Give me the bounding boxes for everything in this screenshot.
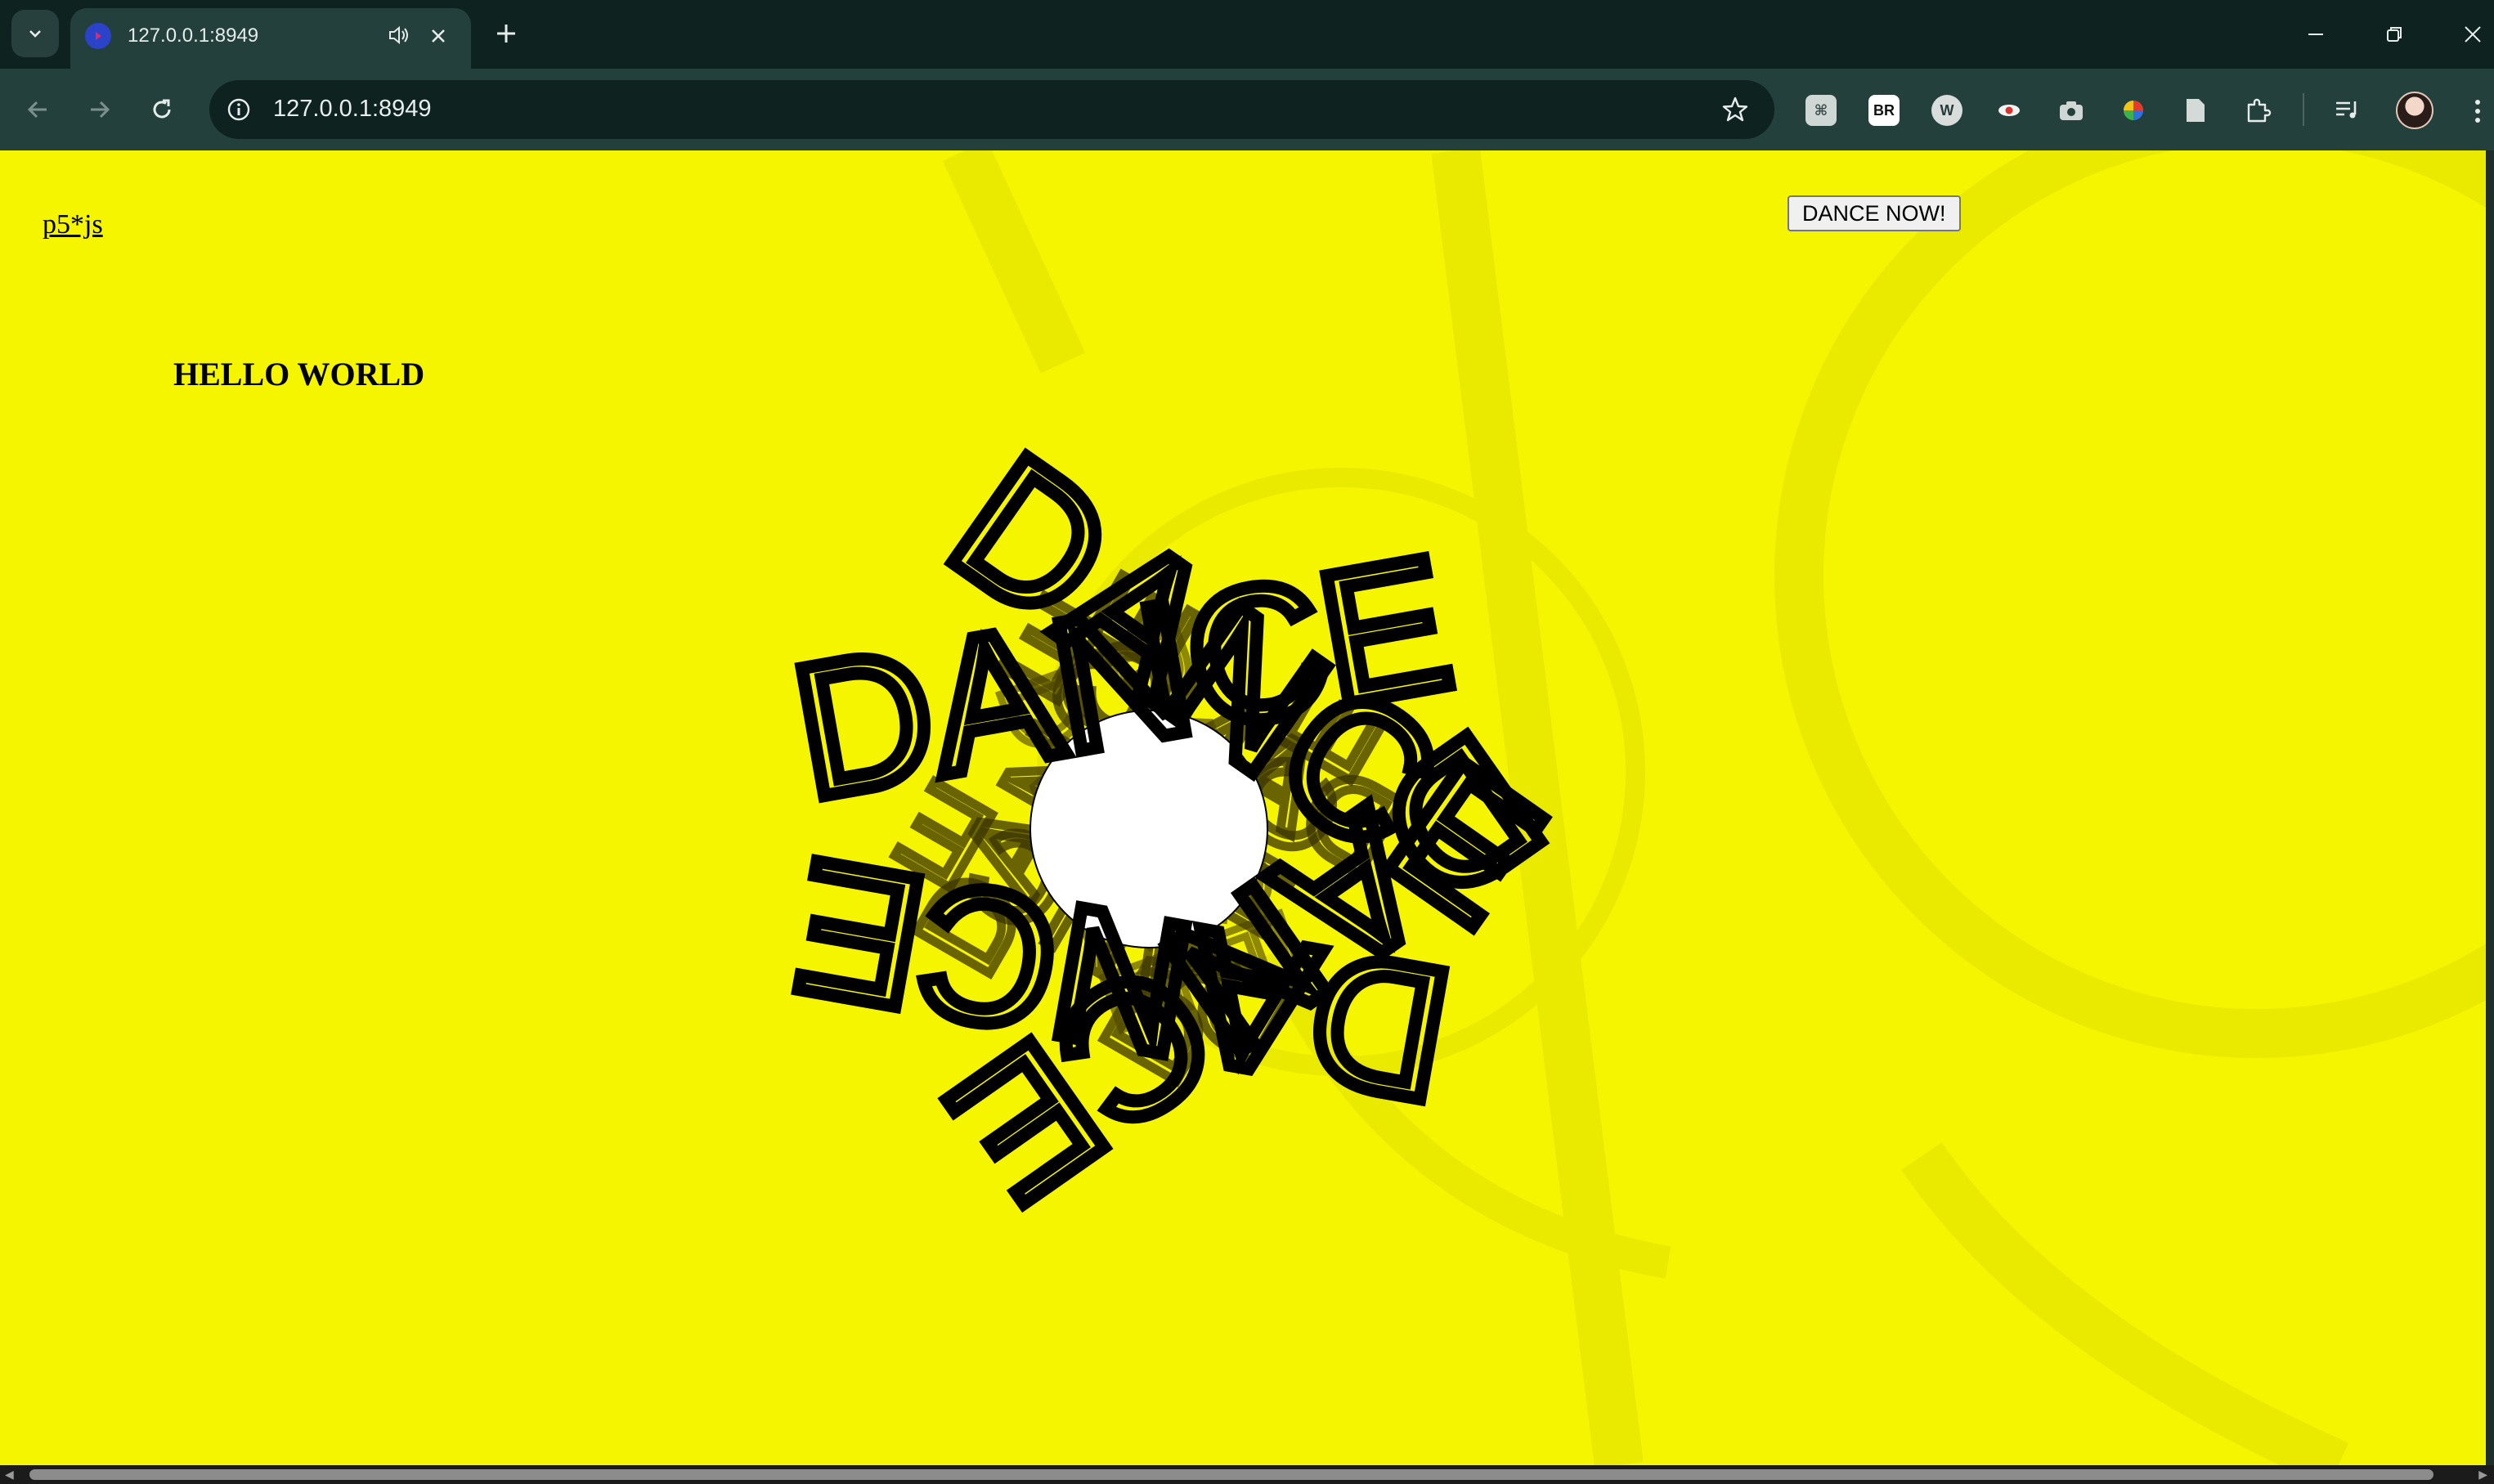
scrollbar-thumb[interactable]: [29, 1469, 2433, 1480]
tab-title: 127.0.0.1:8949: [128, 25, 259, 47]
p5-play-icon: [85, 23, 111, 49]
horizontal-scrollbar[interactable]: ◀ ▶: [0, 1465, 2494, 1484]
back-arrow-icon[interactable]: [18, 90, 57, 129]
kebab-menu-icon[interactable]: [2461, 93, 2494, 129]
br-icon[interactable]: BR: [1868, 95, 1900, 126]
w-icon[interactable]: W: [1931, 95, 1962, 126]
dance-now-button[interactable]: DANCE NOW!: [1788, 195, 1961, 231]
vertical-scrollbar[interactable]: [2486, 150, 2494, 1465]
p5js-link[interactable]: p5*js: [43, 209, 103, 240]
browser-toolbar: 127.0.0.1:8949 ⌘ BR W: [0, 69, 2494, 150]
scroll-right-icon[interactable]: ▶: [2478, 1468, 2487, 1482]
address-bar[interactable]: 127.0.0.1:8949: [209, 80, 1774, 139]
forward-arrow-icon[interactable]: [80, 90, 119, 129]
browser-tab[interactable]: 127.0.0.1:8949: [70, 8, 471, 69]
profile-avatar[interactable]: [2396, 92, 2433, 129]
bookmark-star-icon[interactable]: [1719, 93, 1752, 126]
document-icon[interactable]: [2180, 95, 2211, 126]
page-viewport: DANCEDANCEDANCEDANCEDANCEDANCE DANCEDANC…: [0, 150, 2486, 1465]
p5-sketch-canvas[interactable]: DANCEDANCEDANCEDANCEDANCEDANCE DANCEDANC…: [0, 150, 2486, 1465]
scroll-left-icon[interactable]: ◀: [5, 1468, 14, 1482]
puzzle-icon[interactable]: [2242, 95, 2273, 126]
camera-icon[interactable]: [2056, 95, 2087, 126]
tab-strip: 127.0.0.1:8949: [0, 0, 2494, 69]
tab-search-button[interactable]: [11, 10, 59, 57]
media-queue-icon[interactable]: [2332, 95, 2363, 126]
toolbar-separator: [2303, 93, 2304, 126]
close-window-icon[interactable]: [2455, 16, 2491, 52]
color-picker-icon[interactable]: [2118, 95, 2149, 126]
tab-close-icon[interactable]: [422, 20, 455, 52]
minimize-icon[interactable]: [2298, 16, 2334, 52]
page-heading: HELLO WORLD: [173, 356, 425, 392]
eye-icon[interactable]: [1994, 95, 2025, 126]
url-text[interactable]: 127.0.0.1:8949: [273, 96, 432, 123]
site-info-icon[interactable]: [222, 93, 255, 126]
chevron-down-icon: [29, 30, 41, 38]
new-tab-plus-icon[interactable]: [489, 16, 523, 55]
grammarly-icon[interactable]: ⌘: [1805, 95, 1837, 126]
speaker-icon[interactable]: [386, 23, 410, 52]
restore-icon[interactable]: [2376, 16, 2412, 52]
reload-icon[interactable]: [142, 90, 182, 129]
